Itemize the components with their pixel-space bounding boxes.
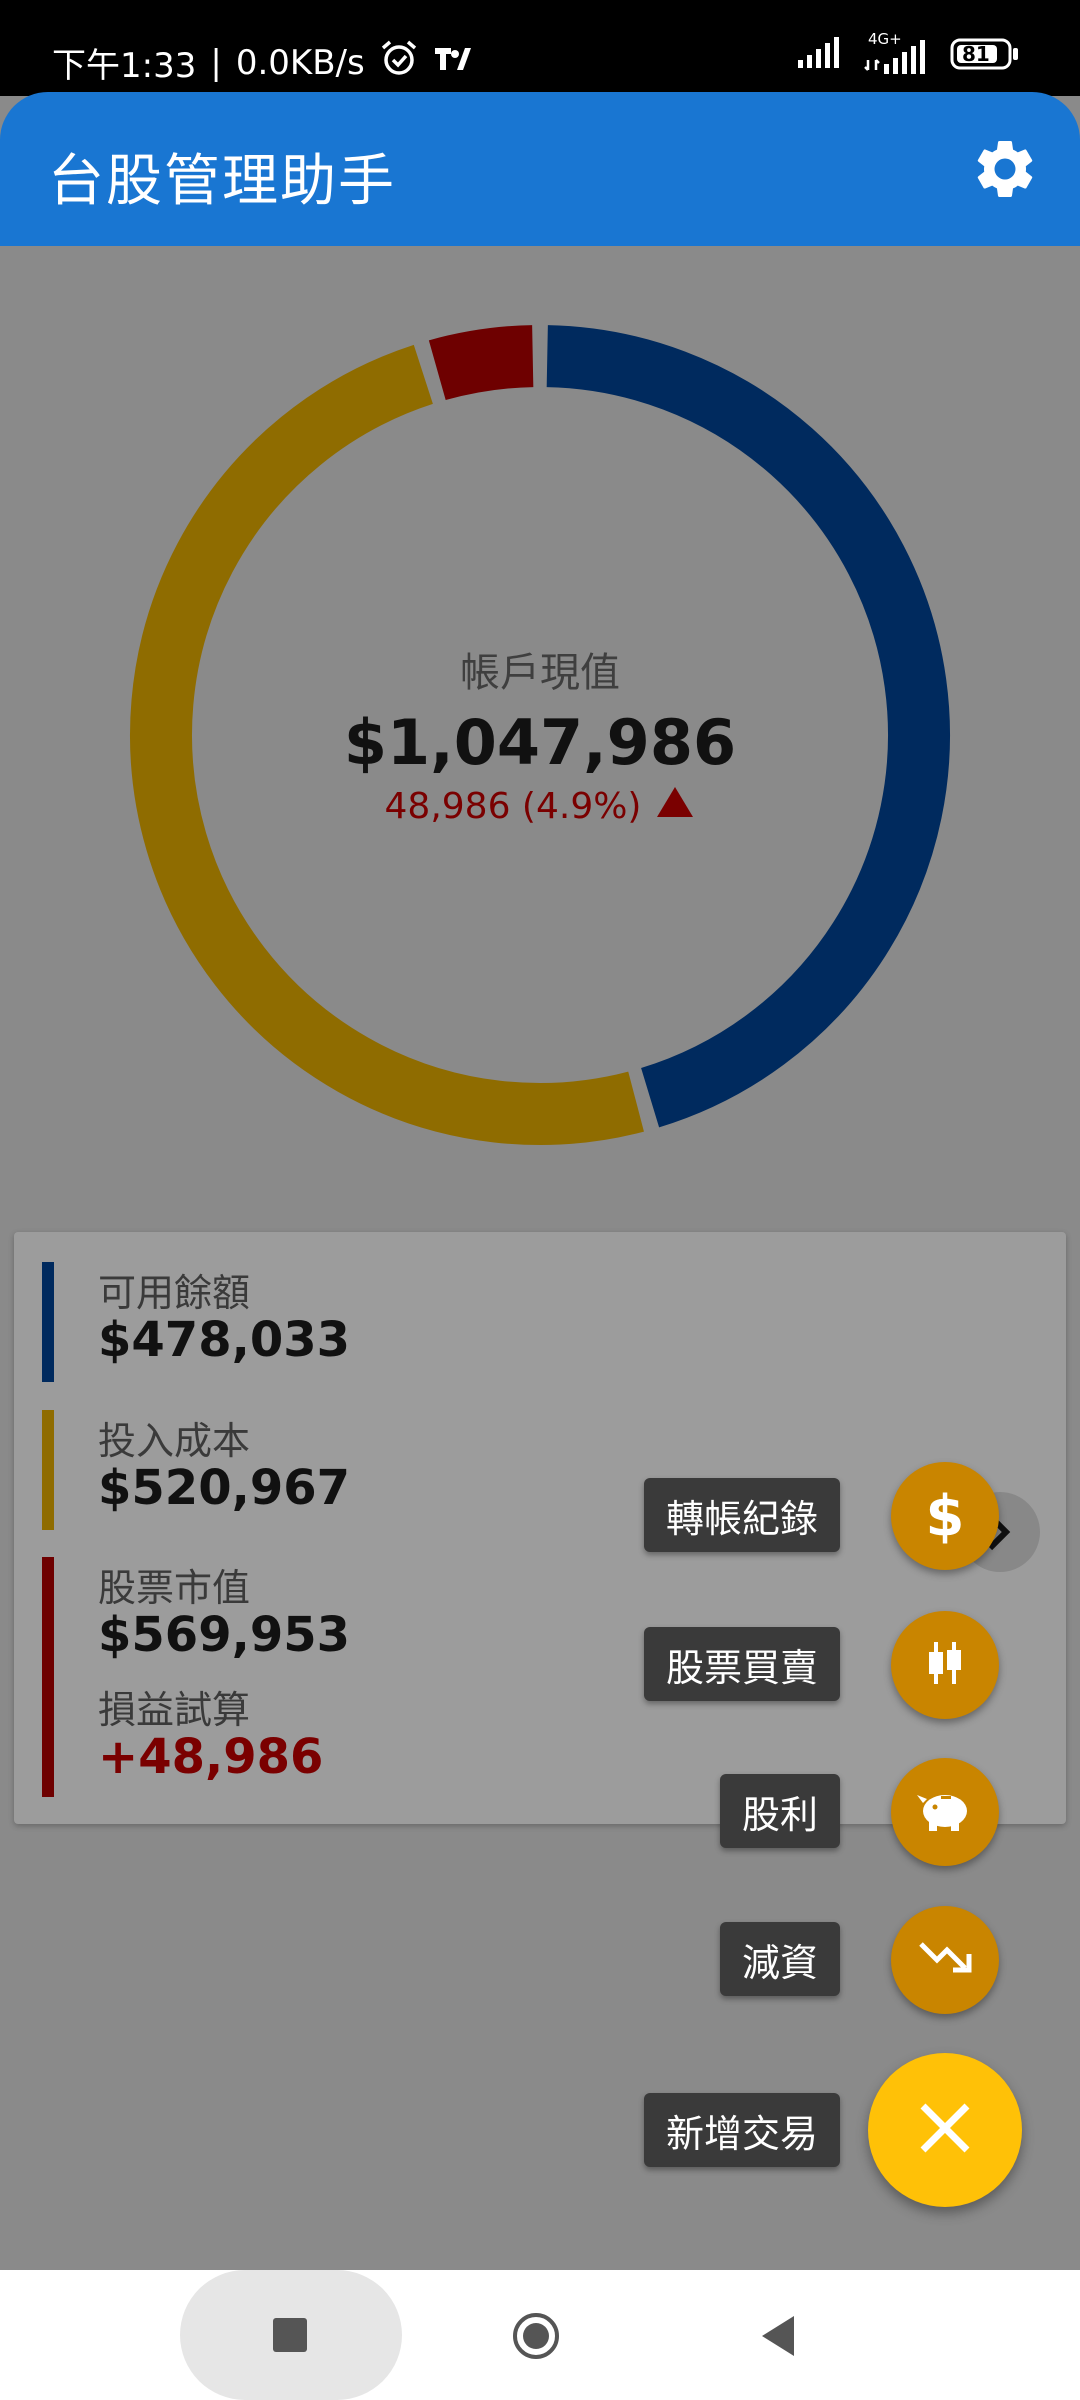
alarm-icon	[379, 38, 419, 87]
status-time: 下午1:33	[52, 46, 197, 86]
status-net-speed: 0.0KB/s	[235, 42, 365, 83]
new-trade-label[interactable]: 新增交易	[644, 2093, 840, 2167]
market-color-bar	[42, 1557, 54, 1797]
account-change-text: 48,986 (4.9%)	[384, 786, 642, 827]
status-left: 下午1:33 | 0.0KB/s	[52, 38, 473, 87]
status-separator: |	[210, 42, 222, 83]
available-color-bar	[42, 1262, 54, 1382]
available-value: $478,033	[98, 1312, 351, 1368]
status-bar: 下午1:33 | 0.0KB/s 4G+ 81	[0, 0, 1080, 96]
account-value: $1,047,986	[343, 706, 737, 779]
recents-button[interactable]	[180, 2270, 402, 2400]
transfer-records-label[interactable]: 轉帳紀錄	[644, 1478, 840, 1552]
home-circle-icon[interactable]	[512, 2312, 560, 2360]
transfer-records-button[interactable]: $	[891, 1462, 999, 1570]
close-icon	[917, 2100, 973, 2160]
app-notification-icon	[433, 43, 473, 83]
signal-4g-icon: 4G+	[864, 30, 932, 74]
cost-value: $520,967	[98, 1460, 351, 1516]
market-value: $569,953	[98, 1607, 351, 1663]
recents-square-icon	[273, 2318, 307, 2352]
account-value-label: 帳戶現值	[460, 650, 620, 696]
candlestick-icon	[920, 1638, 970, 1692]
cost-color-bar	[42, 1410, 54, 1530]
stock-trade-button[interactable]	[891, 1611, 999, 1719]
back-triangle-icon[interactable]	[758, 2314, 798, 2358]
pnl-label: 損益試算	[98, 1688, 251, 1732]
account-change: 48,986 (4.9%)	[0, 785, 1080, 828]
dividend-button[interactable]	[891, 1758, 999, 1866]
capital-reduction-label[interactable]: 減資	[720, 1922, 840, 1996]
app-title: 台股管理助手	[48, 149, 396, 214]
available-label: 可用餘額	[98, 1271, 251, 1315]
battery-icon: 81	[950, 38, 1020, 70]
triangle-up-icon	[655, 785, 695, 828]
new-trade-fab[interactable]	[868, 2053, 1022, 2207]
signal-icon	[798, 36, 846, 72]
capital-reduction-button[interactable]	[891, 1906, 999, 2014]
donut-center: 帳戶現值 $1,047,986 48,986 (4.9%)	[0, 640, 1080, 828]
cost-label: 投入成本	[98, 1419, 251, 1463]
system-nav-bar	[0, 2270, 1080, 2400]
pnl-value: +48,986	[98, 1729, 324, 1785]
battery-level: 81	[962, 42, 990, 66]
gear-icon[interactable]	[970, 134, 1040, 204]
market-label: 股票市值	[98, 1566, 251, 1610]
status-right: 4G+ 81	[798, 30, 1020, 74]
app-bar: 台股管理助手	[0, 92, 1080, 246]
trending-down-icon	[917, 1938, 973, 1982]
stock-trade-label[interactable]: 股票買賣	[644, 1627, 840, 1701]
dollar-icon: $	[925, 1483, 965, 1549]
donut-segment-2	[428, 325, 534, 401]
piggy-bank-icon	[915, 1785, 975, 1839]
dividend-label[interactable]: 股利	[720, 1774, 840, 1848]
